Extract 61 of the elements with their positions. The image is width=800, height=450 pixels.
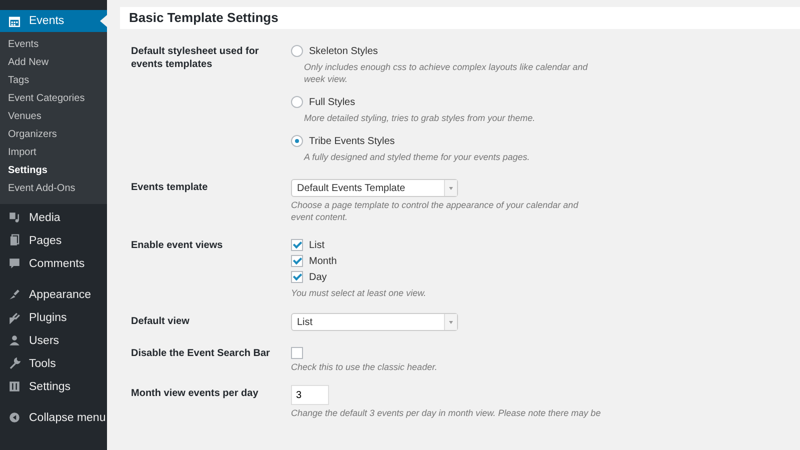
help-text: You must select at least one view. [291, 287, 428, 299]
menu-item[interactable]: Plugins [0, 306, 107, 329]
field-label: Default stylesheet used for events templates [131, 45, 260, 72]
menu-item[interactable]: Pages [0, 229, 107, 252]
media-icon [8, 211, 21, 224]
field-label: Default view [131, 315, 190, 329]
submenu-item[interactable]: Events [0, 36, 107, 54]
menu-item[interactable]: Users [0, 329, 107, 352]
submenu-item[interactable]: Settings [0, 162, 107, 180]
user-icon [8, 334, 21, 347]
submenu-item[interactable]: Venues [0, 108, 107, 126]
option-label: Tribe Events Styles [309, 136, 395, 146]
menu-item[interactable]: Settings [0, 375, 107, 398]
menu-item[interactable]: Tools [0, 352, 107, 375]
caret-icon [444, 180, 457, 196]
field-label: Enable event views [131, 239, 224, 253]
radio-button[interactable] [291, 96, 303, 108]
option-label: List [309, 240, 325, 250]
menu-item[interactable]: Appearance [0, 283, 107, 306]
submenu-item[interactable]: Add New [0, 54, 107, 72]
field-label: Month view events per day [131, 387, 260, 401]
checkbox[interactable] [291, 255, 303, 267]
caret-icon [444, 314, 457, 330]
radio-button[interactable] [291, 45, 303, 57]
menu-item[interactable]: Media [0, 206, 107, 229]
dropdown[interactable]: Default Events Template [291, 179, 458, 197]
dropdown[interactable]: List [291, 313, 458, 331]
wrench-icon [8, 357, 21, 370]
help-text: More detailed styling, tries to grab styles from your theme. [303, 112, 536, 124]
comment-icon [8, 257, 21, 270]
submenu-item[interactable]: Event Categories [0, 90, 107, 108]
checkbox[interactable] [291, 271, 303, 283]
submenu-item[interactable]: Tags [0, 72, 107, 90]
field-label: Events template [131, 181, 209, 195]
checkbox[interactable] [291, 239, 303, 251]
option-label: Full Styles [309, 96, 356, 108]
help-text: Only includes enough css to achieve complex layouts like calendar and week view. [303, 61, 589, 85]
submenu-item[interactable]: Import [0, 144, 107, 162]
pages-icon [8, 234, 21, 247]
menu-item[interactable]: Collapse menu [0, 406, 107, 429]
sliders-icon [8, 380, 21, 393]
checkbox[interactable] [291, 347, 303, 359]
submenu-item[interactable]: Event Add-Ons [0, 180, 107, 198]
option-label: Month [309, 256, 337, 266]
number-field[interactable]: 3 [291, 385, 329, 405]
help-text: Change the default 3 events per day in month view. Please note there may be [291, 407, 601, 419]
menu-item[interactable]: Events [0, 10, 107, 32]
help-text: A fully designed and styled theme for your events pages. [302, 151, 531, 163]
brush-icon [8, 288, 21, 301]
calendar-icon [8, 14, 21, 28]
option-label: Day [309, 272, 327, 282]
submenu-item[interactable]: Organizers [0, 126, 107, 144]
radio-button[interactable] [291, 135, 303, 147]
section-title: Basic Template Settings [120, 7, 800, 29]
menu-item[interactable]: Comments [0, 252, 107, 275]
help-text: Choose a page template to control the appearance of your calendar and event content. [291, 199, 580, 223]
plug-icon [8, 311, 21, 324]
option-label: Skeleton Styles [309, 46, 378, 56]
help-text: Check this to use the classic header. [291, 361, 438, 373]
field-label: Disable the Event Search Bar [131, 347, 271, 361]
collapse-icon [8, 411, 21, 424]
